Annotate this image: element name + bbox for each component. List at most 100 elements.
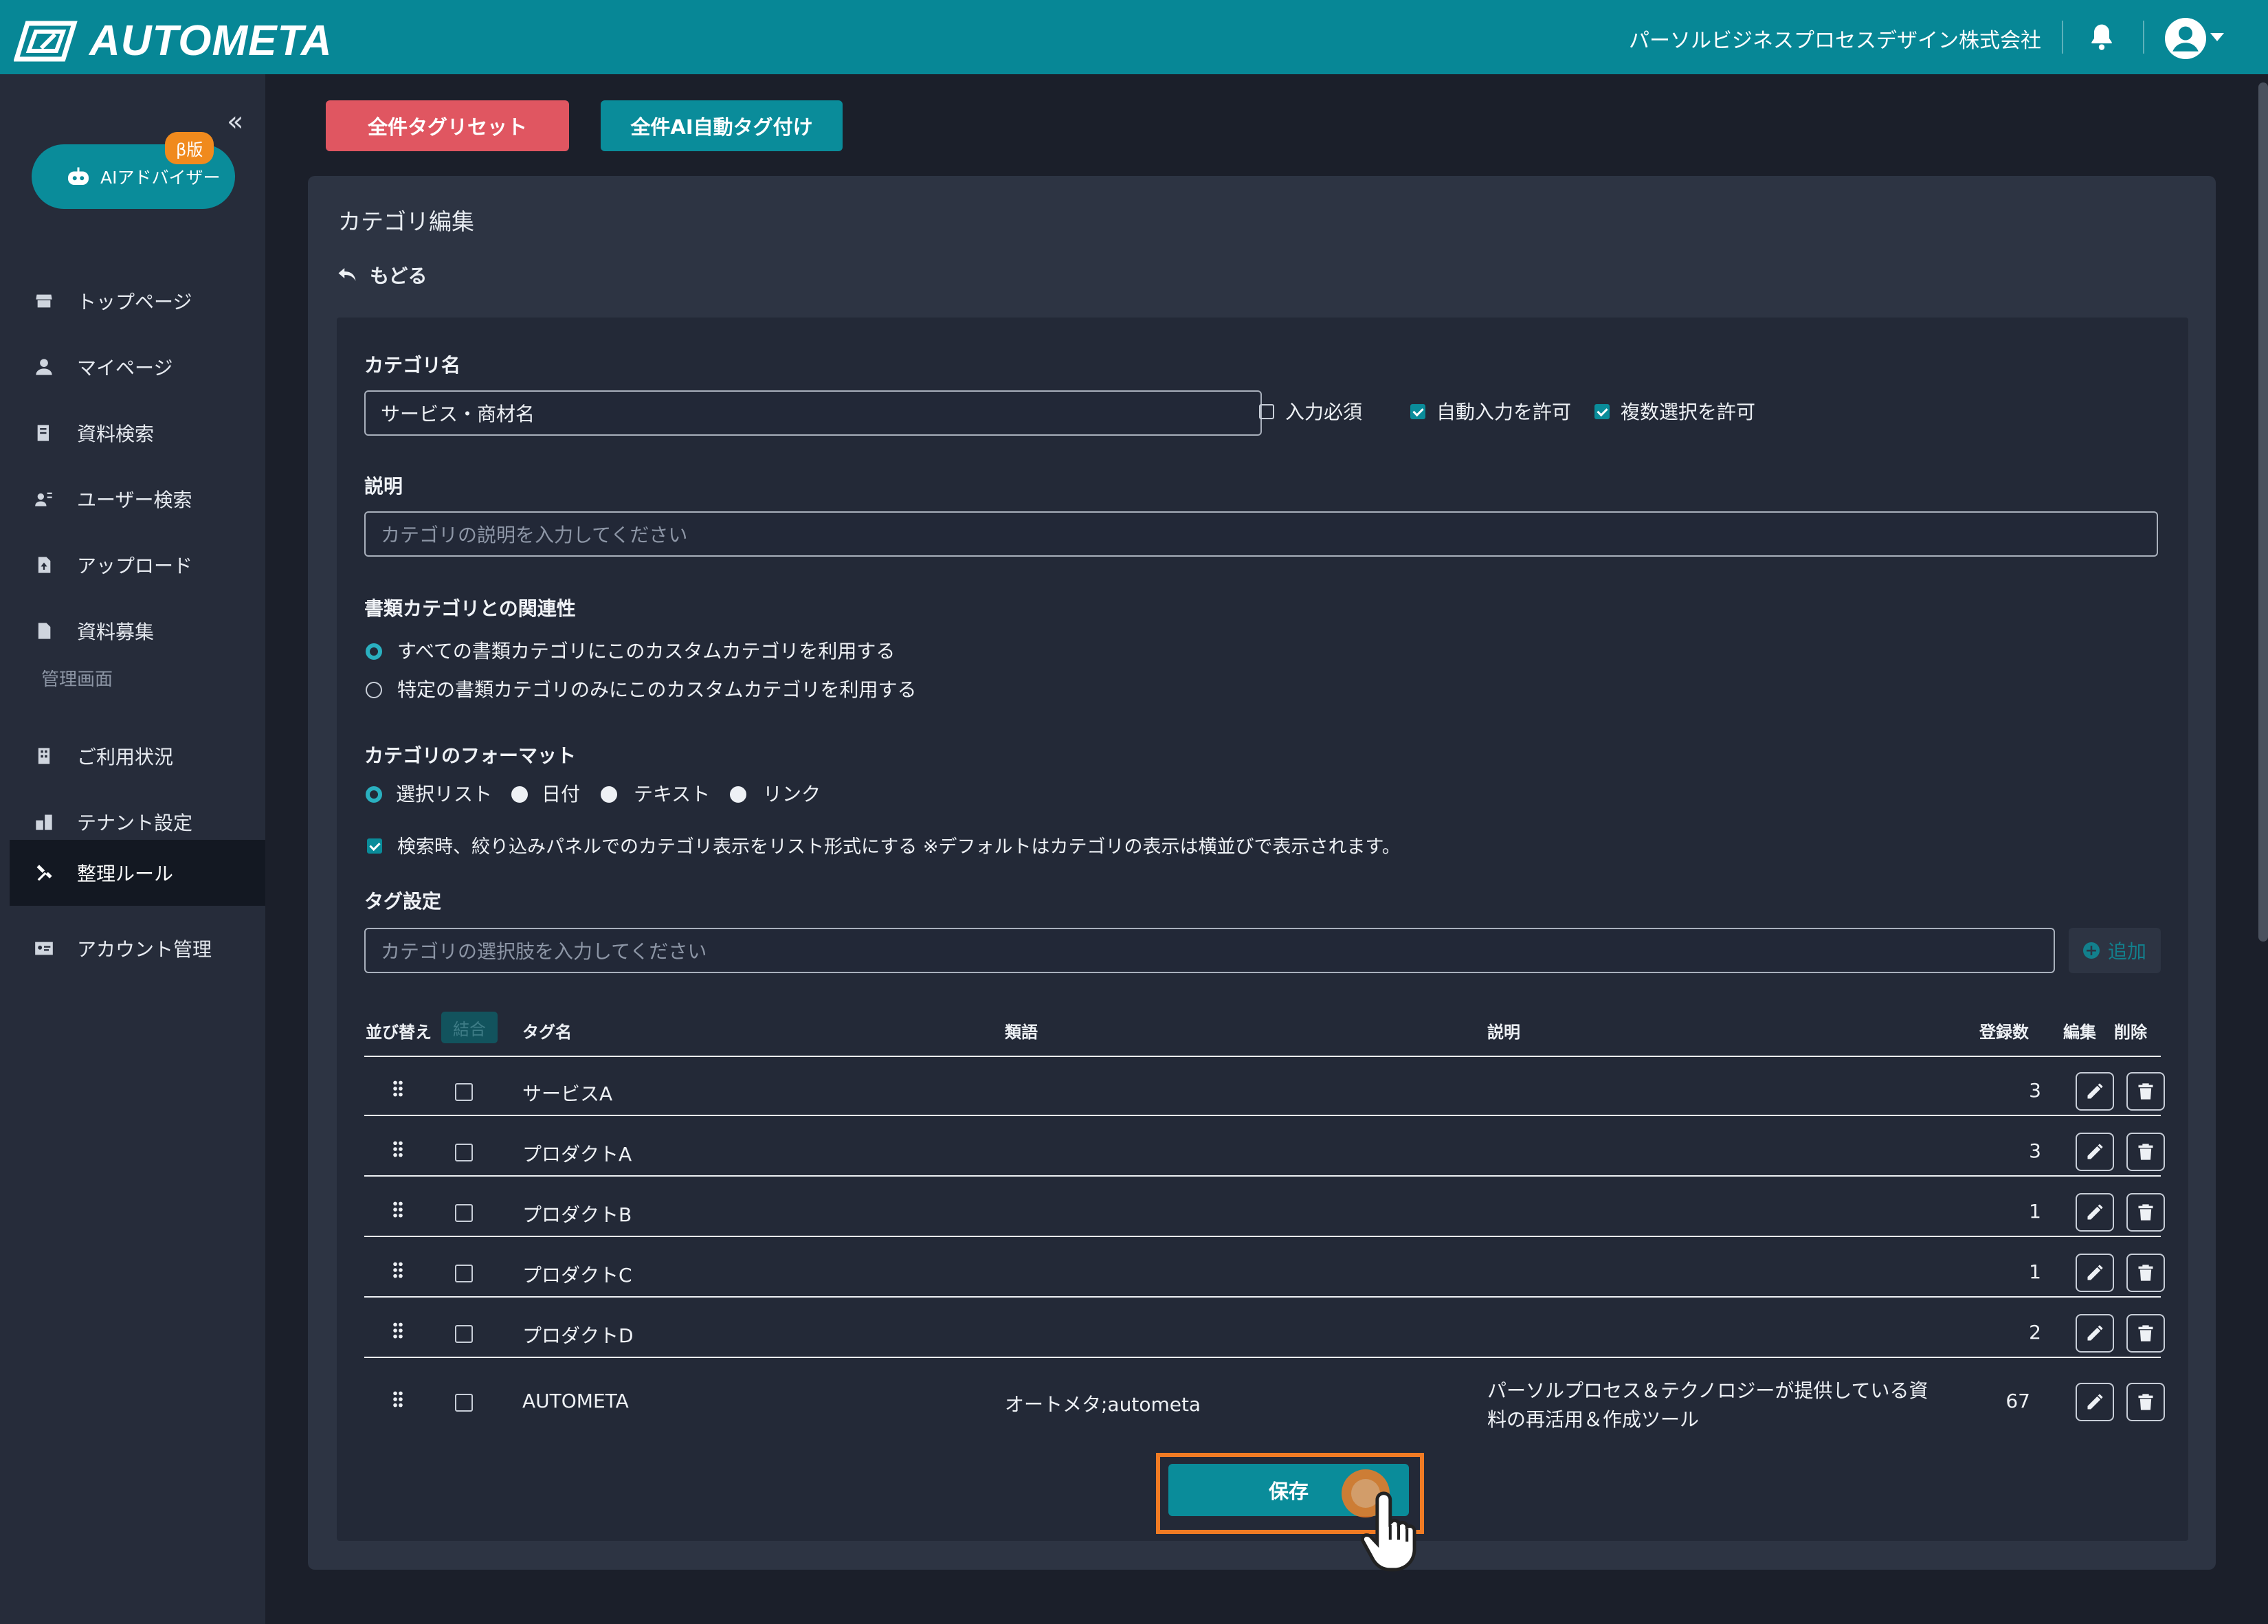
format-option-link: リンク <box>763 783 821 805</box>
sidebar-item-label: 資料募集 <box>77 621 155 643</box>
ai-auto-tag-button[interactable]: 全件AI自動タグ付け <box>601 100 843 151</box>
tag-input[interactable]: カテゴリの選択肢を入力してください <box>364 928 2055 973</box>
row-checkbox[interactable] <box>455 1265 473 1282</box>
tag-name: サービスA <box>522 1082 613 1105</box>
row-checkbox[interactable] <box>455 1204 473 1222</box>
relation-radio-specific[interactable] <box>366 682 382 698</box>
trash-icon <box>2138 1144 2153 1160</box>
sidebar-item-doc-request[interactable]: 資料募集 <box>0 599 265 663</box>
sidebar-item-label: アカウント管理 <box>77 938 212 961</box>
auto-input-label: 自動入力を許可 <box>1436 401 1572 423</box>
row-checkbox[interactable] <box>455 1325 473 1343</box>
beta-badge: β版 <box>165 132 214 164</box>
sidebar-item-mypage[interactable]: マイページ <box>0 335 265 399</box>
edit-button[interactable] <box>2076 1254 2114 1292</box>
tag-name: AUTOMETA <box>522 1390 629 1412</box>
format-radio-date[interactable] <box>511 786 528 803</box>
reset-all-tags-button[interactable]: 全件タグリセット <box>326 100 569 151</box>
drag-handle-icon[interactable] <box>393 1141 403 1157</box>
file-icon <box>38 623 51 639</box>
sidebar-item-label: ユーザー検索 <box>77 489 192 511</box>
delete-button[interactable] <box>2126 1383 2165 1421</box>
table-divider <box>364 1236 2161 1237</box>
drag-handle-icon[interactable] <box>393 1201 403 1218</box>
ai-advisor-label: AIアドバイザー <box>100 168 221 188</box>
format-option-text: テキスト <box>634 783 711 805</box>
sidebar-item-top[interactable]: トップページ <box>0 269 265 333</box>
row-checkbox[interactable] <box>455 1144 473 1161</box>
edit-button[interactable] <box>2076 1314 2114 1353</box>
pointer-hand-icon <box>1361 1491 1416 1572</box>
edit-button[interactable] <box>2076 1133 2114 1171</box>
delete-button[interactable] <box>2126 1133 2165 1171</box>
category-name-label: カテゴリ名 <box>364 354 461 377</box>
table-divider <box>364 1175 2161 1177</box>
format-radio-text[interactable] <box>601 786 617 803</box>
building-icon <box>38 748 50 764</box>
sidebar-item-upload[interactable]: アップロード <box>0 533 265 597</box>
bell-icon[interactable] <box>2087 22 2117 52</box>
table-divider <box>364 1115 2161 1116</box>
page-title: カテゴリ編集 <box>338 208 474 235</box>
drag-handle-icon[interactable] <box>393 1262 403 1278</box>
tag-name: プロダクトC <box>522 1264 632 1287</box>
tag-synonym: オートメタ;autometa <box>1005 1393 1201 1416</box>
trash-icon <box>2138 1204 2153 1221</box>
category-edit-panel: カテゴリ編集 もどる カテゴリ名 サービス・商材名 入力必須 自動入力を許可 複… <box>308 176 2216 1572</box>
delete-button[interactable] <box>2126 1314 2165 1353</box>
edit-button[interactable] <box>2076 1193 2114 1232</box>
auto-input-checkbox[interactable] <box>1410 404 1425 419</box>
description-input[interactable]: カテゴリの説明を入力してください <box>364 511 2158 557</box>
merge-button[interactable]: 結合 <box>441 1012 498 1043</box>
edit-button[interactable] <box>2076 1072 2114 1111</box>
plus-circle-icon: + <box>2082 942 2100 959</box>
tag-count: 2 <box>2029 1321 2041 1344</box>
col-header-tag-name: タグ名 <box>522 1023 572 1042</box>
add-tag-button[interactable]: + 追加 <box>2069 928 2161 973</box>
sidebar-item-label: アップロード <box>77 555 193 577</box>
tag-count: 1 <box>2029 1200 2041 1223</box>
edit-button[interactable] <box>2076 1383 2114 1421</box>
sidebar-item-rules[interactable]: 整理ルール <box>10 840 265 906</box>
sidebar-item-account[interactable]: アカウント管理 <box>0 917 265 980</box>
delete-button[interactable] <box>2126 1193 2165 1232</box>
format-radio-link[interactable] <box>730 786 746 803</box>
drag-handle-icon[interactable] <box>393 1391 403 1408</box>
row-checkbox[interactable] <box>455 1394 473 1412</box>
tag-count: 3 <box>2029 1139 2041 1162</box>
chevron-down-icon[interactable] <box>2210 33 2224 41</box>
tag-description-line1: パーソルプロセス＆テクノロジーが提供している資 <box>1487 1379 1928 1402</box>
sidebar-item-doc-search[interactable]: 資料検索 <box>0 401 265 465</box>
format-label: カテゴリのフォーマット <box>364 744 577 767</box>
required-checkbox[interactable] <box>1259 404 1274 419</box>
sidebar-item-user-search[interactable]: ユーザー検索 <box>0 467 265 531</box>
list-display-checkbox[interactable] <box>367 838 382 854</box>
format-radio-select-list[interactable] <box>366 786 382 803</box>
sidebar-item-label: 資料検索 <box>77 423 155 445</box>
drag-handle-icon[interactable] <box>393 1080 403 1097</box>
sidebar-item-label: 整理ルール <box>77 863 174 885</box>
drag-handle-icon[interactable] <box>393 1322 403 1339</box>
id-card-icon <box>35 942 53 955</box>
back-label: もどる <box>370 265 427 287</box>
back-link[interactable]: もどる <box>337 261 427 289</box>
relation-label: 書類カテゴリとの関連性 <box>364 597 576 620</box>
multi-select-checkbox[interactable] <box>1594 404 1610 419</box>
category-name-input[interactable]: サービス・商材名 <box>364 390 1262 436</box>
format-option-select-list: 選択リスト <box>396 783 493 805</box>
ai-robot-icon <box>68 167 89 185</box>
sidebar-item-usage[interactable]: ご利用状況 <box>0 724 265 788</box>
relation-option-all: すべての書類カテゴリにこのカスタムカテゴリを利用する <box>397 640 896 663</box>
relation-radio-all[interactable] <box>366 643 382 660</box>
collapse-sidebar-icon[interactable]: « <box>227 106 243 137</box>
row-checkbox[interactable] <box>455 1083 473 1101</box>
page-scrollbar[interactable] <box>2258 82 2268 942</box>
upload-icon <box>38 557 51 573</box>
user-icon[interactable] <box>2165 18 2206 59</box>
col-header-edit: 編集 <box>2063 1023 2096 1042</box>
delete-button[interactable] <box>2126 1254 2165 1292</box>
logo[interactable]: AUTOMETA <box>14 16 333 65</box>
tools-icon <box>36 865 52 881</box>
delete-button[interactable] <box>2126 1072 2165 1111</box>
tag-name: プロダクトA <box>522 1143 632 1166</box>
